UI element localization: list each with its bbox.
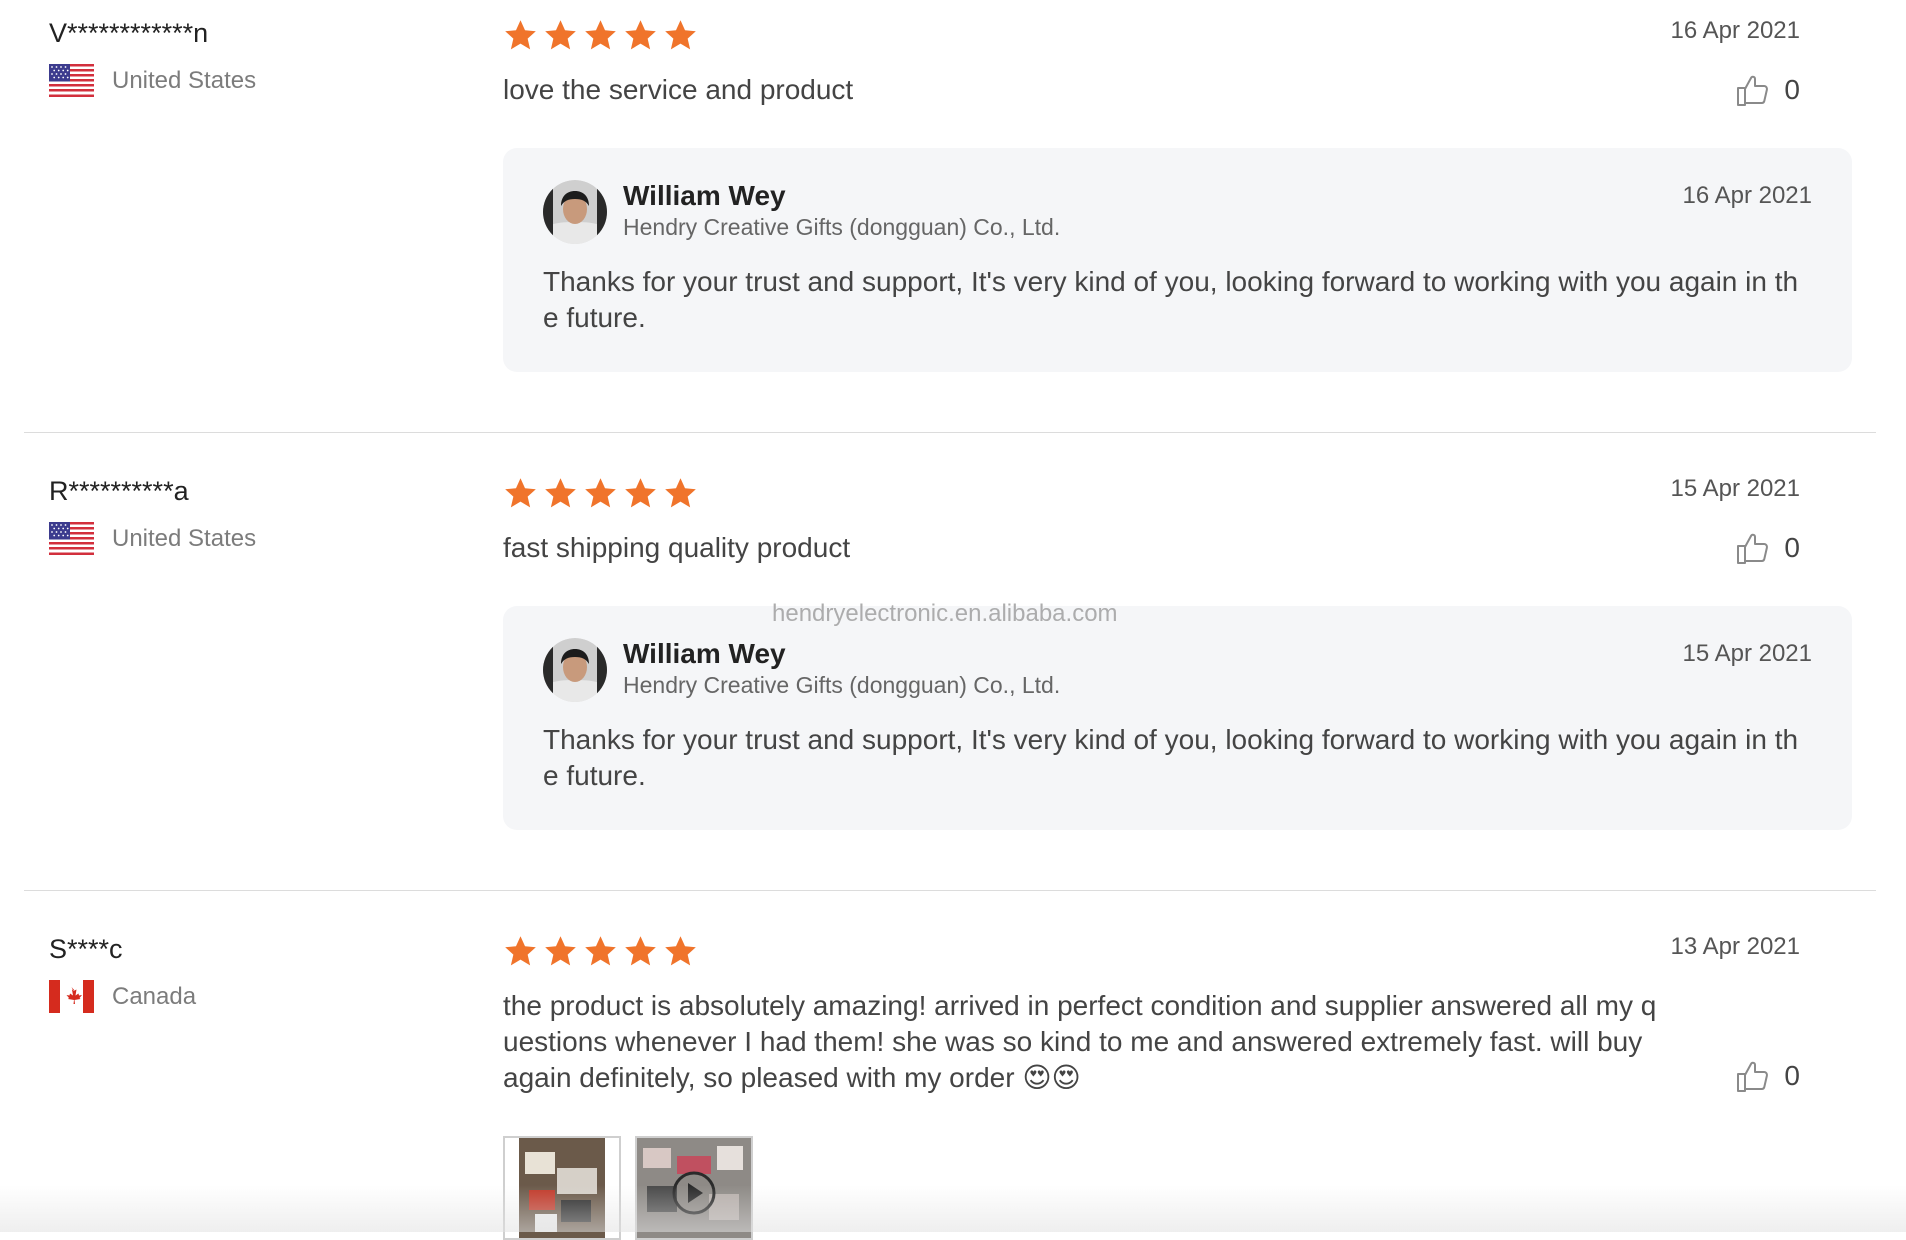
review-item: V************n United States 16 Apr 2021… — [24, 0, 1876, 430]
divider — [24, 432, 1876, 433]
star-icon — [663, 476, 698, 511]
us-flag-icon — [49, 522, 94, 555]
thumbs-up-icon[interactable] — [1734, 1058, 1770, 1094]
supplier-reply: William Wey Hendry Creative Gifts (dongg… — [503, 148, 1852, 372]
avatar — [543, 638, 607, 702]
review-item: S****c Canada 13 Apr 2021 the product is… — [24, 916, 1876, 1240]
supplier-reply: William Wey Hendry Creative Gifts (dongg… — [503, 606, 1852, 830]
review-text: fast shipping quality product — [503, 532, 851, 563]
reply-author-name: William Wey — [623, 638, 786, 669]
star-icon — [583, 18, 618, 53]
avatar — [543, 180, 607, 244]
reviewer-country: Canada — [49, 980, 196, 1013]
reply-author-name: William Wey — [623, 180, 786, 211]
reply-company-name: Hendry Creative Gifts (dongguan) Co., Lt… — [623, 672, 1061, 698]
reviewer-country: United States — [49, 522, 256, 555]
watermark: hendryelectronic.en.alibaba.com — [772, 600, 1118, 627]
reviewer-country: United States — [49, 64, 256, 97]
reply-text: Thanks for your trust and support, It's … — [543, 724, 1799, 791]
photo-thumbnail[interactable] — [503, 1136, 621, 1240]
reviewer-name: V************n — [49, 18, 209, 48]
star-icon — [583, 934, 618, 969]
review-date: 15 Apr 2021 — [1670, 475, 1800, 502]
star-icon — [623, 934, 658, 969]
review-text: love the service and product — [503, 74, 854, 105]
helpful-button[interactable]: 0 — [1734, 72, 1800, 108]
star-icon — [503, 476, 538, 511]
country-name: Canada — [112, 982, 197, 1010]
reviewer-name: R**********a — [49, 476, 189, 506]
star-icon — [543, 476, 578, 511]
star-rating — [503, 18, 703, 53]
helpful-count: 0 — [1784, 74, 1800, 105]
helpful-count: 0 — [1784, 1060, 1800, 1091]
star-rating — [503, 934, 703, 969]
us-flag-icon — [49, 64, 94, 97]
star-icon — [503, 934, 538, 969]
star-icon — [583, 476, 618, 511]
reply-company-name: Hendry Creative Gifts (dongguan) Co., Lt… — [623, 214, 1061, 240]
star-icon — [623, 476, 658, 511]
reply-text: Thanks for your trust and support, It's … — [543, 266, 1799, 333]
star-icon — [663, 934, 698, 969]
helpful-button[interactable]: 0 — [1734, 1058, 1800, 1094]
star-icon — [543, 18, 578, 53]
star-icon — [543, 934, 578, 969]
reply-date: 16 Apr 2021 — [1682, 182, 1812, 209]
review-date: 13 Apr 2021 — [1670, 933, 1800, 960]
star-rating — [503, 476, 703, 511]
star-icon — [503, 18, 538, 53]
country-name: United States — [112, 66, 257, 94]
review-text: the product is absolutely amazing! arriv… — [503, 990, 1657, 1093]
video-thumbnail[interactable] — [635, 1136, 753, 1240]
helpful-count: 0 — [1784, 532, 1800, 563]
review-item: R**********a United States 15 Apr 2021 f… — [24, 458, 1876, 888]
divider — [24, 890, 1876, 891]
reply-date: 15 Apr 2021 — [1682, 640, 1812, 667]
helpful-button[interactable]: 0 — [1734, 530, 1800, 566]
thumbs-up-icon[interactable] — [1734, 530, 1770, 566]
star-icon — [663, 18, 698, 53]
canada-flag-icon — [49, 980, 94, 1013]
star-icon — [623, 18, 658, 53]
reviewer-name: S****c — [49, 934, 123, 964]
country-name: United States — [112, 524, 257, 552]
thumbs-up-icon[interactable] — [1734, 72, 1770, 108]
review-date: 16 Apr 2021 — [1670, 17, 1800, 44]
